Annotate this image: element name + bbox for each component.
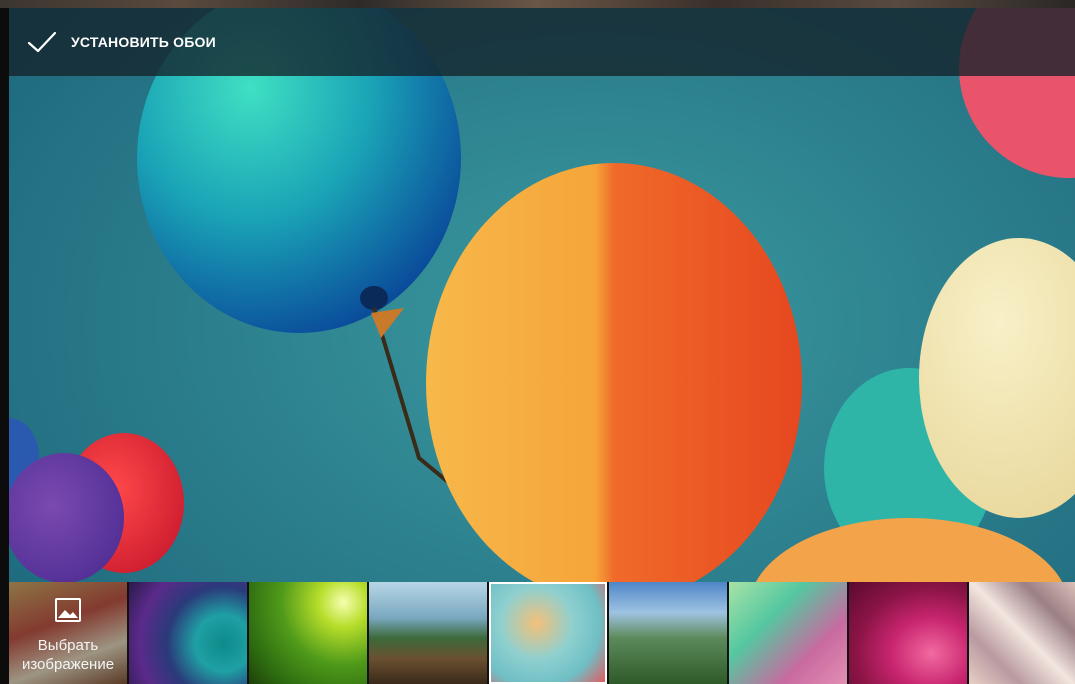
image-icon — [55, 598, 81, 622]
wallpaper-thumbnail[interactable] — [729, 582, 847, 684]
wallpaper-thumbnail[interactable] — [849, 582, 967, 684]
action-bar: УСТАНОВИТЬ ОБОИ — [9, 8, 1075, 76]
wallpaper-thumbnail[interactable] — [129, 582, 247, 684]
pick-image-button[interactable]: Выбрать изображение — [9, 582, 127, 684]
wallpaper-thumbnail[interactable] — [249, 582, 367, 684]
set-wallpaper-button[interactable] — [25, 25, 59, 59]
checkmark-icon — [27, 31, 57, 53]
wallpaper-thumbnail[interactable] — [609, 582, 727, 684]
balloons-image — [9, 8, 1075, 582]
top-status-strip — [0, 0, 1075, 8]
wallpaper-thumbnail-strip: Выбрать изображение — [9, 582, 1075, 684]
pick-image-label: Выбрать изображение — [21, 637, 115, 673]
wallpaper-thumbnail[interactable] — [369, 582, 487, 684]
wallpaper-thumbnail-selected[interactable] — [489, 582, 607, 684]
set-wallpaper-label[interactable]: УСТАНОВИТЬ ОБОИ — [71, 34, 216, 50]
wallpaper-preview[interactable] — [9, 8, 1075, 582]
wallpaper-thumbnail[interactable] — [969, 582, 1075, 684]
